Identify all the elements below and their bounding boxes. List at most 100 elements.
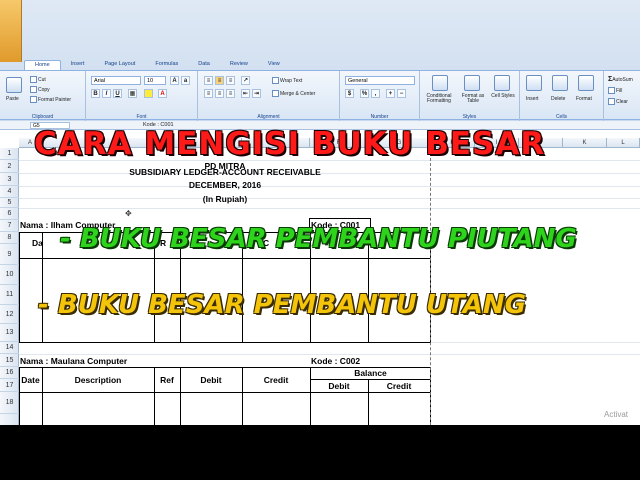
copy-label: Copy (38, 86, 50, 93)
row-header-10[interactable]: 10 (0, 265, 19, 285)
format-table-button[interactable]: Format as Table (458, 94, 488, 104)
row-header-12[interactable]: 12 (0, 305, 19, 324)
table-border (180, 367, 181, 425)
fill-color-icon[interactable] (144, 89, 153, 98)
fill-button[interactable]: Fill (608, 87, 622, 94)
bold-icon[interactable]: B (91, 89, 100, 98)
merge-center-button[interactable]: Merge & Center (272, 90, 315, 97)
currency-icon[interactable]: $ (345, 89, 354, 98)
activation-watermark: Activat (604, 410, 629, 419)
italic-icon[interactable]: I (102, 89, 111, 98)
font-size-select[interactable]: 10 (144, 76, 166, 85)
autosum-button[interactable]: ΣAutoSum (608, 76, 633, 83)
row-header-17[interactable]: 17 (0, 379, 19, 392)
row-header-13[interactable]: 13 (0, 324, 19, 342)
font-group-label: Font (136, 114, 147, 120)
delete-cells-icon[interactable] (552, 75, 568, 91)
table-border (19, 367, 20, 425)
increase-indent-icon[interactable]: ⇥ (252, 89, 261, 98)
row-header-8[interactable]: 8 (0, 232, 19, 244)
row-header-14[interactable]: 14 (0, 342, 19, 354)
font-name-select[interactable]: Arial (91, 76, 141, 85)
tab-formulas[interactable]: Formulas (145, 60, 188, 70)
font-color-icon[interactable]: A (158, 89, 167, 98)
gridline (19, 208, 640, 209)
cut-button[interactable]: Cut (30, 76, 46, 83)
tab-view[interactable]: View (258, 60, 290, 70)
decrease-decimal-icon[interactable]: − (397, 89, 406, 98)
paste-icon[interactable] (6, 77, 22, 93)
column-header-l[interactable]: L (607, 138, 640, 148)
editing-group: ΣAutoSum Fill Clear (604, 71, 640, 121)
styles-group-label: Styles (462, 114, 477, 120)
table-border (19, 258, 431, 259)
insert-button[interactable]: Insert (526, 96, 539, 102)
tab-page-layout[interactable]: Page Layout (94, 60, 145, 70)
table-border (368, 379, 369, 425)
row-header-4[interactable]: 4 (0, 186, 19, 198)
row-header-16[interactable]: 16 (0, 367, 19, 379)
underline-icon[interactable]: U (113, 89, 122, 98)
align-right-icon[interactable]: ≡ (226, 89, 235, 98)
comma-icon[interactable]: , (371, 89, 380, 98)
row-headers: 1 2 3 4 5 6 7 8 9 10 11 12 13 14 15 16 1… (0, 148, 19, 425)
increase-decimal-icon[interactable]: + (386, 89, 395, 98)
customer-name: Nama : Maulana Computer (20, 356, 128, 366)
clear-button[interactable]: Clear (608, 98, 628, 105)
cell-styles-button[interactable]: Cell Styles (490, 94, 516, 99)
row-header-3[interactable]: 3 (0, 173, 19, 186)
align-middle-icon[interactable]: ≡ (215, 76, 224, 85)
row-header-9[interactable]: 9 (0, 244, 19, 265)
row-header-18[interactable]: 18 (0, 392, 19, 414)
scissors-icon (30, 76, 37, 83)
grow-font-icon[interactable]: A (170, 76, 179, 85)
row-header-7[interactable]: 7 (0, 220, 19, 232)
align-top-icon[interactable]: ≡ (204, 76, 213, 85)
format-painter-button[interactable]: Format Painter (30, 96, 71, 103)
format-button[interactable]: Format (576, 96, 592, 102)
decrease-indent-icon[interactable]: ⇤ (241, 89, 250, 98)
conditional-formatting-icon[interactable] (432, 75, 448, 91)
ledger-title: SUBSIDIARY LEDGER-ACCOUNT RECEIVABLE (129, 167, 321, 177)
number-format-select[interactable]: General (345, 76, 415, 85)
format-table-icon[interactable] (464, 75, 480, 91)
tab-data[interactable]: Data (188, 60, 220, 70)
header-credit: Credit (263, 375, 289, 385)
alignment-group: ≡ ≡ ≡ ↗ Wrap Text ≡ ≡ ≡ ⇤ ⇥ Merge & Cent… (198, 71, 340, 121)
orientation-icon[interactable]: ↗ (241, 76, 250, 85)
cut-label: Cut (38, 76, 46, 83)
column-header-k[interactable]: K (563, 138, 607, 148)
copy-button[interactable]: Copy (30, 86, 50, 93)
conditional-formatting-button[interactable]: Conditional Formatting (422, 94, 456, 104)
tab-insert[interactable]: Insert (61, 60, 95, 70)
row-header-1[interactable]: 1 (0, 148, 19, 160)
caption-line-2: - BUKU BESAR PEMBANTU UTANG (38, 290, 526, 320)
row-header-5[interactable]: 5 (0, 198, 19, 208)
align-left-icon[interactable]: ≡ (204, 89, 213, 98)
percent-icon[interactable]: % (360, 89, 369, 98)
header-ref: Ref (160, 375, 174, 385)
borders-icon[interactable]: ▦ (128, 89, 137, 98)
row-header-6[interactable]: 6 (0, 208, 19, 220)
tab-review[interactable]: Review (220, 60, 258, 70)
office-button[interactable] (0, 0, 22, 62)
tab-home[interactable]: Home (24, 60, 61, 70)
worksheet-grid[interactable]: PD MITRA SUBSIDIARY LEDGER-ACCOUNT RECEI… (19, 148, 640, 425)
shrink-font-icon[interactable]: a (181, 76, 190, 85)
paste-button[interactable]: Paste (6, 96, 19, 102)
table-border (19, 342, 431, 343)
gridline (19, 354, 640, 355)
letterbox-bar (0, 425, 640, 480)
cell-styles-icon[interactable] (494, 75, 510, 91)
row-header-15[interactable]: 15 (0, 354, 19, 367)
format-cells-icon[interactable] (578, 75, 594, 91)
align-bottom-icon[interactable]: ≡ (226, 76, 235, 85)
insert-cells-icon[interactable] (526, 75, 542, 91)
wrap-text-label: Wrap Text (280, 77, 303, 84)
alignment-group-label: Alignment (257, 114, 280, 120)
align-center-icon[interactable]: ≡ (215, 89, 224, 98)
delete-button[interactable]: Delete (551, 96, 565, 102)
row-header-11[interactable]: 11 (0, 285, 19, 305)
row-header-2[interactable]: 2 (0, 160, 19, 173)
wrap-text-button[interactable]: Wrap Text (272, 77, 302, 84)
